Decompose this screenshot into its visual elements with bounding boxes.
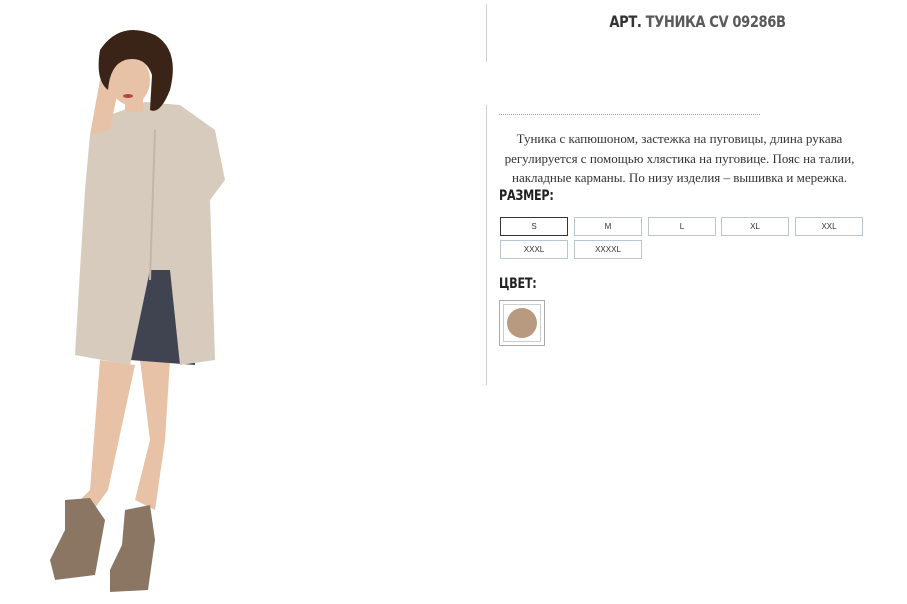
size-option-xxxxl[interactable]: XXXXL — [574, 240, 642, 259]
size-option-xxxl[interactable]: XXXL — [500, 240, 568, 259]
size-option-xxl[interactable]: XXL — [795, 217, 863, 236]
boot-right — [110, 505, 155, 592]
divider-top — [486, 4, 487, 62]
size-option-xl[interactable]: XL — [721, 217, 789, 236]
product-photo — [50, 30, 225, 592]
title-code: ТУНИКА CV 09286B — [645, 12, 786, 31]
color-swatch-frame — [503, 304, 541, 342]
size-label: РАЗМЕР: — [499, 188, 554, 204]
product-title: АРТ. ТУНИКА CV 09286B — [526, 12, 870, 31]
size-option-m[interactable]: M — [574, 217, 642, 236]
title-prefix: АРТ. — [609, 12, 642, 31]
size-option-s[interactable]: S — [500, 217, 568, 236]
boot-left — [50, 498, 105, 580]
color-swatch-dot — [507, 308, 537, 338]
color-label: ЦВЕТ: — [499, 276, 537, 292]
size-option-l[interactable]: L — [648, 217, 716, 236]
dotted-separator — [499, 114, 760, 115]
model-legs — [70, 360, 135, 515]
product-description: Туника с капюшоном, застежка на пуговицы… — [504, 131, 855, 185]
color-swatch[interactable] — [499, 300, 545, 346]
divider-bottom — [486, 105, 487, 385]
